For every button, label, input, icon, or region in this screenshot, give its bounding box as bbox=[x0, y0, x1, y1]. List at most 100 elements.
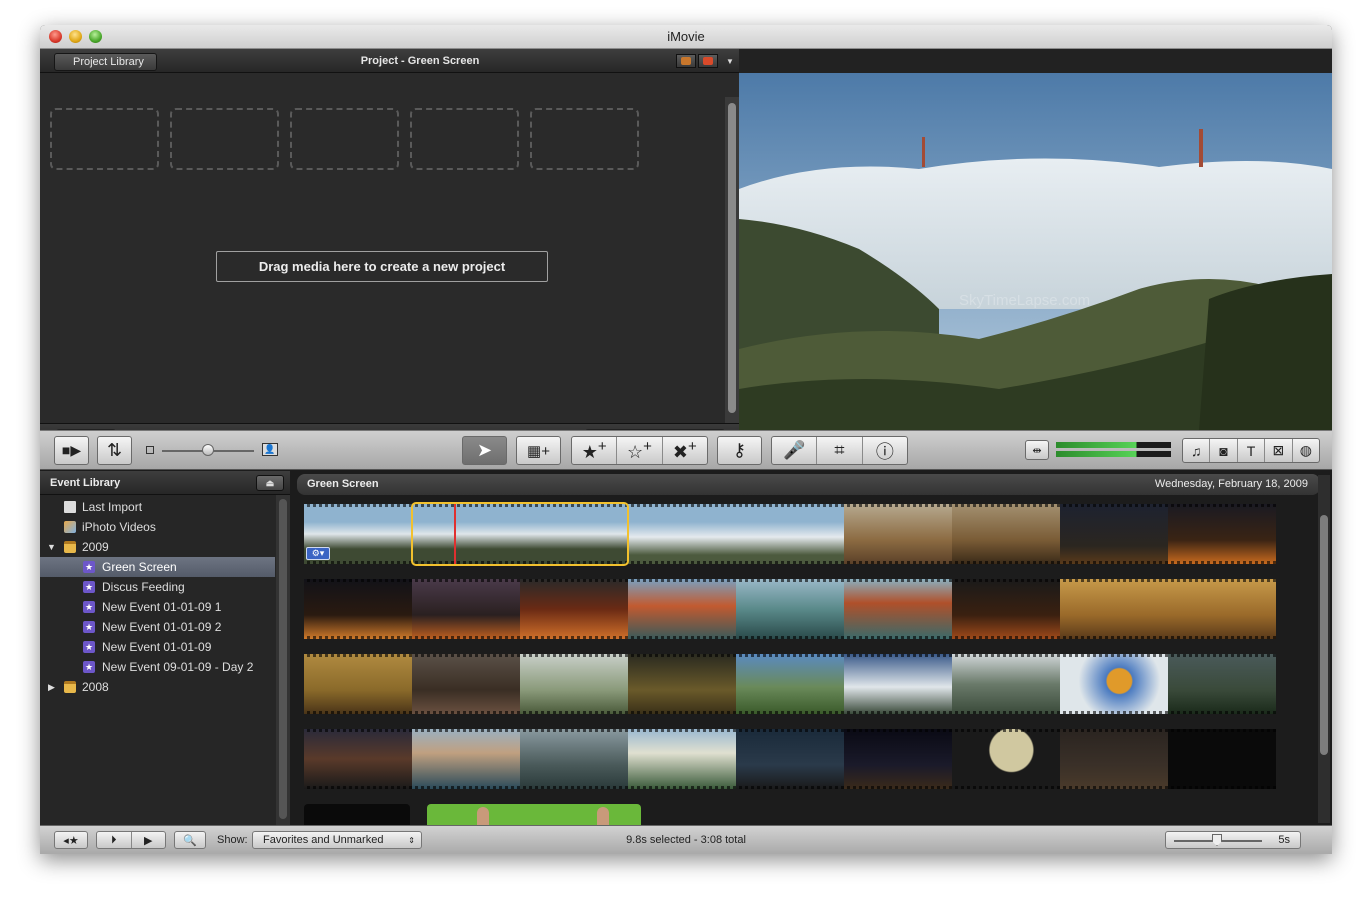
play-icon[interactable]: ▶ bbox=[132, 834, 166, 847]
clip-thumbnail[interactable] bbox=[844, 654, 952, 714]
preview-viewer[interactable]: SkyTimeLapse.com bbox=[739, 49, 1332, 430]
disclosure-closed-icon[interactable]: ▶ bbox=[48, 677, 55, 697]
comment-marker-icon[interactable] bbox=[676, 54, 696, 68]
clip-thumbnail[interactable] bbox=[412, 579, 520, 639]
star-event-icon: ★ bbox=[83, 581, 95, 593]
clip-thumbnail[interactable] bbox=[304, 579, 412, 639]
clip-thumbnail[interactable] bbox=[1060, 729, 1168, 789]
select-arrows-icon: ⇕ bbox=[408, 835, 415, 845]
thumbnail-size-thumb[interactable] bbox=[202, 444, 214, 456]
filmstrip-row-3[interactable] bbox=[304, 654, 1276, 714]
clip-thumbnail[interactable] bbox=[844, 504, 952, 564]
show-filter-select[interactable]: Favorites and Unmarked ⇕ bbox=[252, 831, 422, 849]
event-item-discus-feeding[interactable]: ★ Discus Feeding bbox=[40, 577, 275, 597]
clip-thumbnail[interactable] bbox=[952, 729, 1060, 789]
play-fullscreen-icon[interactable]: ⏵ bbox=[97, 834, 131, 847]
clip-thumbnail[interactable] bbox=[628, 729, 736, 789]
selection-range-highlight[interactable] bbox=[411, 502, 629, 566]
clip-thumbnail[interactable] bbox=[952, 579, 1060, 639]
crop-icon[interactable]: ⌗ bbox=[817, 440, 861, 461]
clip-thumbnail[interactable] bbox=[304, 804, 410, 825]
reject-icon[interactable]: ✖+ bbox=[663, 438, 707, 463]
clip-thumbnail[interactable] bbox=[1168, 579, 1276, 639]
clip-thumbnail[interactable]: ⚙▾ bbox=[304, 504, 412, 564]
event-item-last-import[interactable]: Last Import bbox=[40, 497, 275, 517]
large-thumbnail-icon: 👤 bbox=[262, 443, 278, 456]
clip-thumbnail[interactable] bbox=[736, 579, 844, 639]
zoom-thumb[interactable] bbox=[1212, 834, 1222, 846]
clip-thumbnail[interactable] bbox=[520, 579, 628, 639]
audio-skimming-button[interactable]: ⇹ bbox=[1025, 440, 1049, 460]
keyword-button[interactable]: ⚷ bbox=[717, 436, 762, 465]
add-to-project-button[interactable]: ▦+ bbox=[516, 436, 561, 465]
voiceover-microphone-icon[interactable]: 🎤 bbox=[772, 440, 816, 461]
green-screen-clip-thumbnail[interactable] bbox=[427, 804, 641, 825]
clip-thumbnail[interactable] bbox=[628, 579, 736, 639]
clip-thumbnail[interactable] bbox=[304, 729, 412, 789]
chapter-marker-icon[interactable] bbox=[698, 54, 718, 68]
clip-thumbnail[interactable] bbox=[844, 729, 952, 789]
event-item-green-screen[interactable]: ★ Green Screen bbox=[40, 557, 275, 577]
zoom-button[interactable] bbox=[89, 30, 102, 43]
disclosure-open-icon[interactable]: ▼ bbox=[47, 537, 56, 557]
filmstrip-row-2[interactable] bbox=[304, 579, 1276, 639]
project-scrollbar[interactable] bbox=[725, 97, 739, 423]
clip-thumbnail[interactable] bbox=[736, 504, 844, 564]
titles-icon[interactable]: T bbox=[1238, 443, 1264, 459]
clip-thumbnail[interactable] bbox=[628, 504, 736, 564]
event-browser-scrollbar[interactable] bbox=[1318, 475, 1330, 823]
arrow-tool-button[interactable]: ➤ bbox=[462, 436, 507, 465]
transitions-icon[interactable]: ⊠ bbox=[1265, 442, 1291, 459]
event-item-label: iPhoto Videos bbox=[82, 520, 156, 534]
minimize-button[interactable] bbox=[69, 30, 82, 43]
event-item-iphoto-videos[interactable]: iPhoto Videos bbox=[40, 517, 275, 537]
unmark-icon[interactable]: ☆+ bbox=[617, 438, 661, 463]
clip-thumbnail[interactable] bbox=[736, 654, 844, 714]
clip-thumbnail[interactable] bbox=[1168, 504, 1276, 564]
clip-thumbnail[interactable] bbox=[1060, 654, 1168, 714]
clip-thumbnail[interactable] bbox=[520, 729, 628, 789]
clip-thumbnail[interactable] bbox=[1168, 729, 1276, 789]
import-camera-button[interactable]: ■▶ bbox=[54, 436, 89, 465]
music-icon[interactable]: ♫ bbox=[1183, 443, 1209, 459]
search-filter-button[interactable]: 🔍 bbox=[174, 831, 206, 849]
filmstrip-row-4[interactable] bbox=[304, 729, 1276, 789]
event-item-new-event-2[interactable]: ★ New Event 01-01-09 2 bbox=[40, 617, 275, 637]
event-library-scrollbar[interactable] bbox=[276, 495, 290, 825]
clip-thumbnail[interactable] bbox=[1060, 579, 1168, 639]
event-item-label: Discus Feeding bbox=[102, 580, 185, 594]
project-placeholder-slot bbox=[410, 108, 519, 170]
marker-menu-chevron-icon[interactable]: ▼ bbox=[726, 57, 734, 66]
close-button[interactable] bbox=[49, 30, 62, 43]
clip-thumbnail[interactable] bbox=[952, 504, 1060, 564]
project-library-button[interactable]: Project Library bbox=[54, 53, 157, 71]
event-item-label: New Event 01-01-09 2 bbox=[102, 620, 222, 634]
show-event-list-button[interactable]: ◂★ bbox=[54, 831, 88, 849]
event-year-2008[interactable]: ▶ 2008 bbox=[40, 677, 275, 697]
clip-thumbnail[interactable] bbox=[952, 654, 1060, 714]
event-item-new-event-3[interactable]: ★ New Event 01-01-09 bbox=[40, 637, 275, 657]
clip-thumbnail[interactable] bbox=[412, 729, 520, 789]
info-icon[interactable]: ⓘ bbox=[863, 438, 907, 464]
clip-thumbnail[interactable] bbox=[1168, 654, 1276, 714]
event-item-day-2[interactable]: ★ New Event 09-01-09 - Day 2 bbox=[40, 657, 275, 677]
clip-action-gear-icon[interactable]: ⚙▾ bbox=[306, 547, 330, 560]
clip-thumbnail[interactable] bbox=[304, 654, 412, 714]
event-item-new-event-1[interactable]: ★ New Event 01-01-09 1 bbox=[40, 597, 275, 617]
project-placeholder-slot bbox=[530, 108, 639, 170]
photos-camera-icon[interactable]: ◙ bbox=[1210, 443, 1236, 459]
clip-thumbnail[interactable] bbox=[412, 654, 520, 714]
clip-thumbnail[interactable] bbox=[520, 654, 628, 714]
swap-events-projects-button[interactable]: ⇅ bbox=[97, 436, 132, 465]
clip-thumbnail[interactable] bbox=[1060, 504, 1168, 564]
clip-thumbnail[interactable] bbox=[628, 654, 736, 714]
clip-thumbnail[interactable] bbox=[844, 579, 952, 639]
bottom-bar: ◂★ ⏵ ▶ 🔍 Show: Favorites and Unmarked ⇕ … bbox=[40, 825, 1332, 854]
clip-thumbnail[interactable] bbox=[736, 729, 844, 789]
mark-favorite-icon[interactable]: ★+ bbox=[572, 438, 616, 463]
event-year-2009[interactable]: ▼ 2009 bbox=[40, 537, 275, 557]
event-zoom-slider[interactable]: 5s bbox=[1165, 831, 1301, 849]
small-thumbnail-icon bbox=[146, 446, 154, 454]
eject-drive-icon[interactable]: ⏏ bbox=[256, 475, 284, 491]
maps-globe-icon[interactable]: ◍ bbox=[1293, 442, 1319, 459]
